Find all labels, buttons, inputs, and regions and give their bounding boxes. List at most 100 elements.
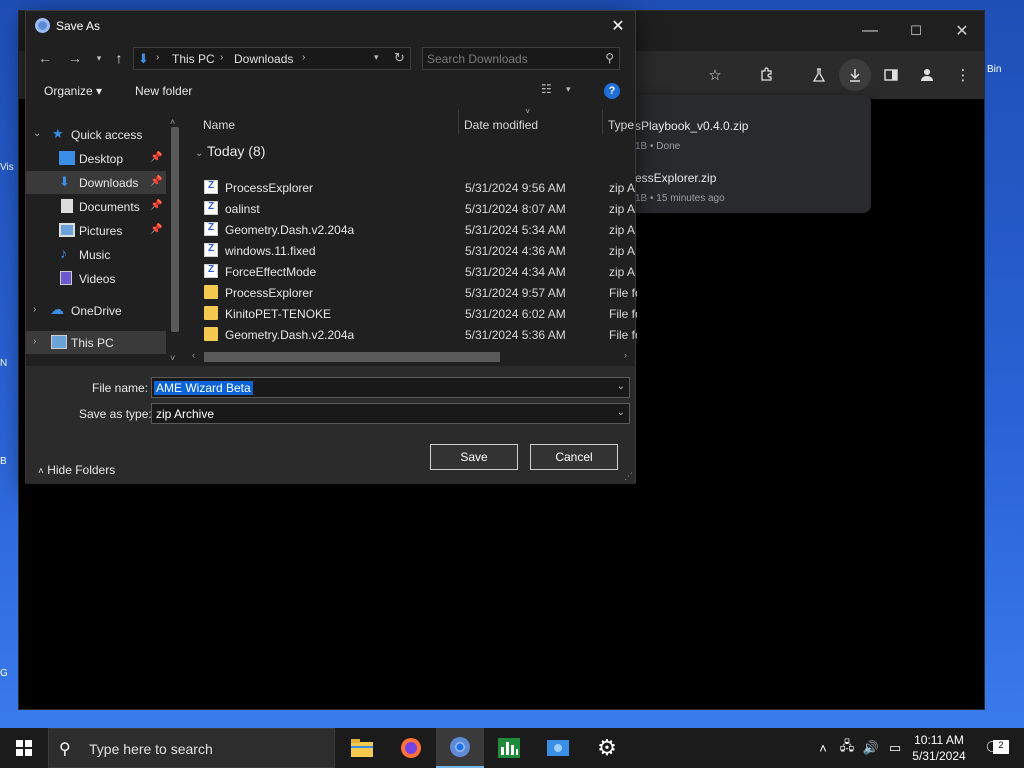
- save-button[interactable]: Save: [430, 444, 518, 470]
- system-clock[interactable]: 10:11 AM 5/31/2024: [906, 732, 972, 764]
- search-field[interactable]: ⚲: [422, 47, 620, 70]
- task-manager-icon[interactable]: [485, 728, 533, 768]
- chevron-down-icon[interactable]: ⌄: [617, 381, 625, 392]
- save-as-type-select[interactable]: zip Archive ⌄: [151, 403, 630, 424]
- menu-kebab-icon[interactable]: ⋮: [951, 63, 975, 87]
- nav-item-music[interactable]: ♪ Music: [26, 243, 166, 266]
- file-row[interactable]: windows.11.fixed 5/31/2024 4:36 AM zip A: [189, 240, 637, 261]
- breadcrumb-this-pc[interactable]: This PC: [172, 52, 215, 66]
- scroll-right-arrow-icon[interactable]: ›: [624, 350, 627, 360]
- expand-chevron-icon[interactable]: ›: [33, 336, 36, 347]
- bookmark-star-icon[interactable]: ☆: [703, 63, 727, 87]
- pictures-icon: [59, 223, 75, 237]
- profile-icon[interactable]: [915, 63, 939, 87]
- address-history-chevron-icon[interactable]: ▾: [374, 52, 379, 63]
- folder-row[interactable]: ProcessExplorer 5/31/2024 9:57 AM File f…: [189, 282, 637, 303]
- group-collapse-chevron-icon[interactable]: ⌄: [195, 148, 203, 159]
- address-bar[interactable]: ⬇ › This PC › Downloads › ▾ ↻: [133, 47, 411, 70]
- hide-folders-button[interactable]: ˄ Hide Folders: [38, 463, 115, 477]
- close-button[interactable]: ✕: [939, 19, 985, 43]
- side-panel-icon[interactable]: [879, 63, 903, 87]
- scroll-left-arrow-icon[interactable]: ‹: [192, 350, 195, 360]
- navigation-bar: ← → ▾ ↑ ⬇ › This PC › Downloads › ▾ ↻ ⚲: [26, 44, 635, 74]
- chevron-down-icon[interactable]: ⌄: [617, 407, 625, 418]
- desktop-icon-label: G: [0, 668, 8, 679]
- downloads-icon[interactable]: [839, 59, 871, 91]
- download-item[interactable]: sPlaybook_v0.4.0.zip 1B • Done: [631, 109, 871, 159]
- recent-chevron-down-icon[interactable]: ▾: [88, 47, 110, 69]
- nav-quick-access[interactable]: ⌄ ★ Quick access: [26, 123, 166, 146]
- volume-icon[interactable]: 🔊: [860, 728, 882, 768]
- chrome-icon[interactable]: [436, 728, 484, 768]
- group-header[interactable]: ⌄ Today (8): [195, 143, 265, 159]
- up-arrow-icon[interactable]: ↑: [108, 47, 130, 69]
- maximize-button[interactable]: ☐: [893, 19, 939, 43]
- file-explorer-icon[interactable]: [338, 728, 386, 768]
- column-header-type[interactable]: Type: [608, 118, 634, 132]
- nav-onedrive[interactable]: › ☁ OneDrive: [26, 299, 166, 322]
- cancel-button[interactable]: Cancel: [530, 444, 618, 470]
- file-name-field[interactable]: AME Wizard Beta ⌄: [151, 377, 630, 398]
- resize-grip-icon[interactable]: ⋰: [624, 471, 633, 482]
- file-row[interactable]: ProcessExplorer 5/31/2024 9:56 AM zip A: [189, 177, 637, 198]
- column-separator[interactable]: [458, 109, 459, 134]
- refresh-icon[interactable]: ↻: [394, 50, 405, 66]
- dialog-close-button[interactable]: ✕: [605, 13, 631, 39]
- nav-item-documents[interactable]: Documents 📌: [26, 195, 166, 218]
- sort-chevron-icon: ˅: [525, 109, 531, 116]
- nav-label: Quick access: [71, 128, 143, 142]
- nav-item-desktop[interactable]: Desktop 📌: [26, 147, 166, 170]
- pin-icon: 📌: [150, 224, 163, 235]
- minimize-button[interactable]: —: [847, 19, 893, 43]
- nav-item-downloads[interactable]: ⬇ Downloads 📌: [26, 171, 166, 194]
- nav-this-pc[interactable]: › This PC: [26, 331, 166, 354]
- file-list-scrollbar[interactable]: ‹ ›: [192, 349, 633, 363]
- breadcrumb-separator: ›: [302, 52, 306, 63]
- folder-row[interactable]: Geometry.Dash.v2.204a 5/31/2024 5:36 AM …: [189, 324, 637, 345]
- nav-item-pictures[interactable]: Pictures 📌: [26, 219, 166, 242]
- desktop-icon: [59, 151, 75, 165]
- save-as-type-label: Save as type:: [79, 407, 152, 421]
- expand-chevron-icon[interactable]: ›: [33, 304, 36, 315]
- scrollbar-thumb[interactable]: [171, 127, 179, 332]
- nav-pane-scrollbar[interactable]: ˄ ˅: [167, 117, 183, 364]
- breadcrumb-downloads[interactable]: Downloads: [234, 52, 293, 66]
- scrollbar-thumb[interactable]: [204, 352, 500, 362]
- back-arrow-icon[interactable]: ←: [34, 47, 56, 69]
- network-icon[interactable]: 🖧: [836, 728, 858, 768]
- labs-flask-icon[interactable]: [807, 63, 831, 87]
- downloads-popup: sPlaybook_v0.4.0.zip 1B • Done essExplor…: [631, 95, 871, 213]
- view-options-icon[interactable]: ☷: [541, 82, 552, 96]
- forward-arrow-icon[interactable]: →: [64, 47, 86, 69]
- firefox-icon[interactable]: [387, 728, 435, 768]
- control-panel-icon[interactable]: [534, 728, 582, 768]
- scroll-down-arrow-icon[interactable]: ˅: [170, 353, 175, 363]
- desktop-icon-label: Vis: [0, 162, 14, 173]
- view-chevron-down-icon[interactable]: ▾: [566, 84, 571, 95]
- tray-chevron-up-icon[interactable]: ˄: [812, 728, 834, 768]
- help-icon[interactable]: ?: [604, 83, 620, 99]
- start-button[interactable]: [0, 728, 48, 768]
- folder-row[interactable]: KinitoPET-TENOKE 5/31/2024 6:02 AM File …: [189, 303, 637, 324]
- scroll-up-arrow-icon[interactable]: ˄: [170, 117, 175, 127]
- search-input[interactable]: [427, 50, 597, 67]
- battery-icon[interactable]: ▭: [884, 728, 906, 768]
- new-folder-button[interactable]: New folder: [135, 84, 192, 98]
- clock-date: 5/31/2024: [912, 749, 966, 763]
- taskbar-search[interactable]: ⚲ Type here to search: [48, 728, 335, 768]
- column-separator[interactable]: [602, 109, 603, 134]
- settings-gear-icon[interactable]: ⚙: [583, 728, 631, 768]
- extensions-icon[interactable]: [755, 63, 779, 87]
- file-name: Geometry.Dash.v2.204a: [225, 223, 355, 237]
- column-header-name[interactable]: Name: [203, 118, 235, 132]
- organize-button[interactable]: Organize ▾: [44, 84, 102, 98]
- download-item[interactable]: essExplorer.zip 1B • 15 minutes ago: [631, 161, 871, 211]
- file-type: zip A: [609, 202, 636, 216]
- file-name-value[interactable]: AME Wizard Beta: [154, 381, 253, 395]
- file-row[interactable]: ForceEffectMode 5/31/2024 4:34 AM zip A: [189, 261, 637, 282]
- file-row[interactable]: oalinst 5/31/2024 8:07 AM zip A: [189, 198, 637, 219]
- column-header-date[interactable]: Date modified: [464, 118, 538, 132]
- nav-item-videos[interactable]: Videos: [26, 267, 166, 290]
- file-row[interactable]: Geometry.Dash.v2.204a 5/31/2024 5:34 AM …: [189, 219, 637, 240]
- expand-chevron-icon[interactable]: ⌄: [33, 128, 41, 139]
